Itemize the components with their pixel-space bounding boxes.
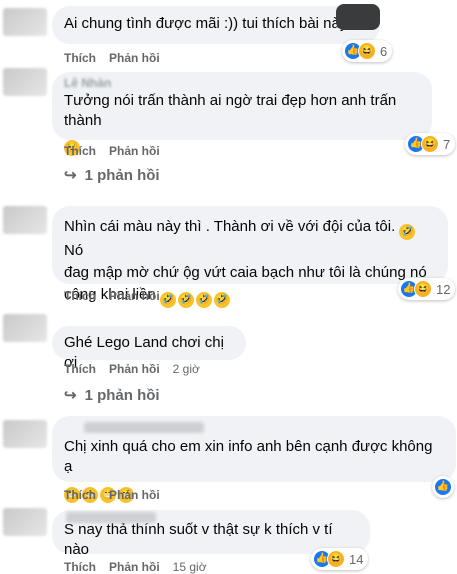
comment-actions: Thích Phản hồi — [64, 488, 160, 502]
censored-sticker — [336, 4, 380, 30]
reply-button[interactable]: Phản hồi — [109, 51, 160, 65]
comment-actions: Thích Phản hồi — [64, 144, 160, 158]
comment-bubble-1: Ai chung tình được mãi :)) tui thích bài… — [52, 6, 380, 44]
like-button[interactable]: Thích — [64, 289, 96, 303]
reaction-count: 6 — [380, 43, 388, 59]
comment-text-line-1: Nhìn cái màu này thì . Thành ơi về với đ… — [64, 218, 396, 235]
comment-text: Ai chung tình được mãi :)) tui thích bài… — [64, 15, 348, 32]
replies-count[interactable]: 1 phản hồi — [85, 167, 160, 184]
comment-text-line-2: đag mập mờ chứ ộg vứt caia bạch như tôi … — [64, 264, 427, 281]
laugh-cry-emoji: 🤣 — [213, 292, 230, 308]
reply-arrow-icon: ↪ — [64, 387, 77, 404]
like-button[interactable]: Thích — [64, 560, 96, 574]
comment-author[interactable]: Lê Nhàn — [64, 77, 420, 89]
comment-actions: Thích Phản hồi 2 giờ — [64, 362, 200, 376]
reaction-count: 12 — [436, 281, 451, 297]
laugh-cry-emoji: 🤣 — [159, 292, 176, 308]
comment-bubble-4: Ghé Lego Land chơi chị ơi — [52, 326, 246, 371]
reply-button[interactable]: Phản hồi — [109, 144, 160, 158]
reaction-summary[interactable]: 👍 😆 7 — [405, 133, 456, 155]
laugh-cry-emoji: 🤣 — [195, 292, 212, 308]
comment-author[interactable] — [66, 512, 156, 523]
like-button[interactable]: Thích — [64, 488, 96, 502]
reply-button[interactable]: Phản hồi — [109, 560, 160, 574]
avatar[interactable] — [3, 8, 47, 36]
comment-author[interactable] — [84, 422, 204, 433]
like-button[interactable]: Thích — [64, 362, 96, 376]
avatar[interactable] — [3, 68, 47, 96]
comment-actions: Thích Phản hồi — [64, 289, 160, 303]
like-icon: 👍 — [434, 478, 452, 496]
like-button[interactable]: Thích — [64, 144, 96, 158]
reply-button[interactable]: Phản hồi — [109, 362, 160, 376]
reaction-count: 7 — [443, 136, 451, 152]
laugh-cry-emoji: 🤣 — [399, 224, 416, 240]
haha-icon: 😆 — [421, 135, 439, 153]
avatar[interactable] — [3, 314, 47, 342]
reaction-count: 14 — [349, 551, 364, 567]
comment-text: S nay thả thính suốt v thật sự k thích v… — [64, 521, 333, 558]
avatar[interactable] — [3, 508, 47, 536]
haha-icon: 😆 — [414, 280, 432, 298]
reply-arrow-icon: ↪ — [64, 167, 77, 184]
comment-timestamp[interactable]: 15 giờ — [173, 560, 207, 574]
avatar[interactable] — [3, 206, 47, 234]
reaction-summary[interactable]: 👍 😆 6 — [342, 40, 393, 62]
comment-bubble-5: Chị xinh quá cho em xin info anh bên cạn… — [52, 416, 456, 503]
reaction-summary[interactable]: 👍 — [432, 476, 454, 498]
view-replies[interactable]: ↪ 1 phản hồi — [64, 166, 160, 185]
comment-text-line-1b: Nó — [64, 242, 84, 259]
reaction-summary[interactable]: 👍 😆 12 — [398, 278, 456, 300]
comment-timestamp[interactable]: 2 giờ — [173, 362, 200, 376]
comment-text: Chị xinh quá cho em xin info anh bên cạn… — [64, 438, 433, 475]
comment-text: Tưởng nói trấn thành ai ngờ trai đẹp hơn… — [64, 92, 397, 129]
haha-icon: 😆 — [358, 42, 376, 60]
comment-bubble-3: Nhìn cái màu này thì . Thành ơi về với đ… — [52, 206, 448, 308]
reply-button[interactable]: Phản hồi — [109, 488, 160, 502]
view-replies[interactable]: ↪ 1 phản hồi — [64, 386, 160, 405]
laugh-cry-emoji: 🤣 — [177, 292, 194, 308]
comment-actions: Thích Phản hồi 15 giờ — [64, 560, 207, 574]
replies-count[interactable]: 1 phản hồi — [85, 387, 160, 404]
avatar[interactable] — [3, 420, 47, 448]
like-button[interactable]: Thích — [64, 51, 96, 65]
comment-bubble-2: Lê Nhàn Tưởng nói trấn thành ai ngờ trai… — [52, 72, 432, 156]
haha-icon: 😆 — [327, 550, 345, 568]
reply-button[interactable]: Phản hồi — [109, 289, 160, 303]
comment-actions: Thích Phản hồi — [64, 51, 160, 65]
